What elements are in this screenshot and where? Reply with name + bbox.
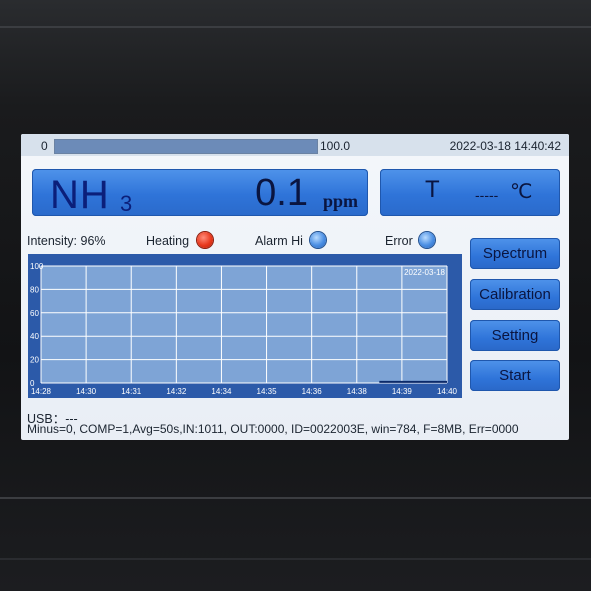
bezel-edge xyxy=(0,558,591,560)
range-max-label: 100.0 xyxy=(320,139,351,153)
y-tick-label: 60 xyxy=(30,309,39,318)
concentration-panel: NH 3 0.1 ppm xyxy=(32,169,368,217)
y-tick-label: 100 xyxy=(30,262,44,271)
y-tick-label: 20 xyxy=(30,356,39,365)
system-info-line: Minus=0, COMP=1,Avg=50s,IN:1011, OUT:000… xyxy=(27,422,519,436)
y-tick-label: 40 xyxy=(30,332,39,341)
x-tick-label: 14:34 xyxy=(211,387,232,396)
temperature-unit: ℃ xyxy=(510,181,533,203)
spectrum-button[interactable]: Spectrum xyxy=(470,238,560,269)
gas-name: NH xyxy=(50,173,110,217)
x-tick-label: 14:28 xyxy=(31,387,52,396)
temperature-value: ----- xyxy=(475,187,499,203)
temperature-panel: T ----- ℃ xyxy=(380,169,560,216)
x-tick-label: 14:40 xyxy=(437,387,458,396)
x-tick-label: 14:35 xyxy=(257,387,278,396)
concentration-value: 0.1 xyxy=(255,172,308,214)
gas-subscript: 3 xyxy=(120,191,133,216)
x-tick-label: 14:32 xyxy=(166,387,187,396)
concentration-unit: ppm xyxy=(322,191,358,211)
x-tick-label: 14:36 xyxy=(302,387,323,396)
chart-date-label: 2022-03-18 xyxy=(404,268,445,277)
plot-area xyxy=(41,266,447,383)
x-tick-label: 14:31 xyxy=(121,387,142,396)
error-indicator-icon xyxy=(419,232,435,248)
intensity-readout: Intensity: 96% xyxy=(27,234,106,248)
error-label: Error xyxy=(385,234,413,248)
start-button[interactable]: Start xyxy=(470,360,560,391)
touch-screen: 0 100.0 2022-03-18 14:40:42 NH 3 0.1 ppm… xyxy=(21,134,569,440)
y-tick-label: 80 xyxy=(30,285,39,294)
x-tick-label: 14:38 xyxy=(347,387,368,396)
x-tick-label: 14:39 xyxy=(392,387,413,396)
heating-indicator-icon xyxy=(197,232,213,248)
heating-label: Heating xyxy=(146,234,190,248)
bezel-edge xyxy=(0,26,591,28)
range-bar: 0 100.0 2022-03-18 14:40:42 xyxy=(21,134,569,156)
temperature-label: T xyxy=(425,176,440,203)
clock-datetime: 2022-03-18 14:40:42 xyxy=(449,139,561,153)
trend-chart-svg: 02040608010014:28 14:30 14:31 14:32 14:34 14:… xyxy=(30,262,458,396)
alarm-indicator-icon xyxy=(310,232,326,248)
trend-chart: 0 20 40 60 80 100 14:28 14:30 14:31 14:32 14:34 14:… xyxy=(28,254,462,398)
calibration-button[interactable]: Calibration xyxy=(470,279,560,310)
range-progress-fill xyxy=(55,140,317,153)
range-min-label: 0 xyxy=(41,139,48,153)
bezel-edge xyxy=(0,497,591,499)
range-progress-bar xyxy=(54,139,318,154)
x-tick-label: 14:30 xyxy=(76,387,97,396)
setting-button[interactable]: Setting xyxy=(470,320,560,351)
alarm-label: Alarm Hi xyxy=(255,234,303,248)
